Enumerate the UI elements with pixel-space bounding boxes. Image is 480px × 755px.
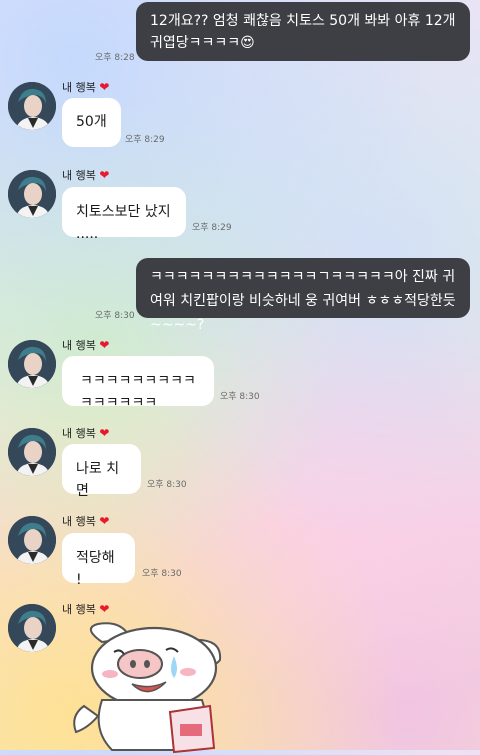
heart-icon: ❤ — [99, 514, 110, 528]
crying-pig-sticker[interactable] — [62, 620, 272, 755]
message-time: 오후 8:30 — [220, 392, 260, 402]
sender-name: 내 행복 ❤ — [62, 168, 110, 182]
message-bubble-incoming[interactable]: ㅋㅋㅋㅋㅋㅋㅋㅋㅋㅋㅋㅋㅋㅋㅋ — [62, 356, 214, 411]
message-bubble-incoming[interactable]: 적당해 ! — [62, 533, 135, 588]
sender-name: 내 행복 ❤ — [62, 338, 110, 352]
avatar-image — [8, 82, 56, 130]
profile-avatar[interactable] — [8, 82, 56, 130]
message-time: 오후 8:28 — [95, 53, 135, 63]
message-bubble-incoming[interactable]: 나로 치면 — [62, 444, 141, 499]
message-bubble-outgoing[interactable]: 12개요?? 엄청 쾌찮음 치토스 50개 봐봐 아휴 12개 귀엽당ㅋㅋㅋㅋ😍 — [136, 2, 470, 61]
sender-name: 내 행복 ❤ — [62, 80, 110, 94]
message-time: 오후 8:30 — [142, 569, 182, 579]
avatar-image — [8, 428, 56, 476]
avatar-image — [8, 604, 56, 652]
sender-name: 내 행복 ❤ — [62, 426, 110, 440]
heart-icon: ❤ — [99, 426, 110, 440]
avatar-image — [8, 516, 56, 564]
message-time: 오후 8:30 — [147, 480, 187, 490]
heart-icon: ❤ — [99, 338, 110, 352]
profile-avatar[interactable] — [8, 340, 56, 388]
message-time: 오후 8:29 — [125, 135, 165, 145]
profile-avatar[interactable] — [8, 516, 56, 564]
chat-screen: 12개요?? 엄청 쾌찮음 치토스 50개 봐봐 아휴 12개 귀엽당ㅋㅋㅋㅋ😍… — [0, 0, 480, 754]
message-bubble-incoming[interactable]: 치토스보단 났지 ..... — [62, 187, 186, 242]
profile-avatar[interactable] — [8, 604, 56, 652]
sender-name: 내 행복 ❤ — [62, 602, 110, 616]
profile-avatar[interactable] — [8, 170, 56, 218]
avatar-image — [8, 340, 56, 388]
heart-icon: ❤ — [99, 602, 110, 616]
message-bubble-outgoing[interactable]: ㅋㅋㅋㅋㅋㅋㅋㅋㅋㅋㅋㅋㅋㄱㅋㅋㅋㅋㅋ아 진짜 귀여워 치킨팝이랑 비슷하네 웅… — [136, 258, 470, 333]
message-time: 오후 8:30 — [95, 311, 135, 321]
avatar-image — [8, 170, 56, 218]
heart-icon: ❤ — [99, 168, 110, 182]
heart-icon: ❤ — [99, 80, 110, 94]
message-bubble-incoming[interactable]: 50개 — [62, 98, 121, 147]
message-time: 오후 8:29 — [192, 223, 232, 233]
profile-avatar[interactable] — [8, 428, 56, 476]
sender-name: 내 행복 ❤ — [62, 514, 110, 528]
